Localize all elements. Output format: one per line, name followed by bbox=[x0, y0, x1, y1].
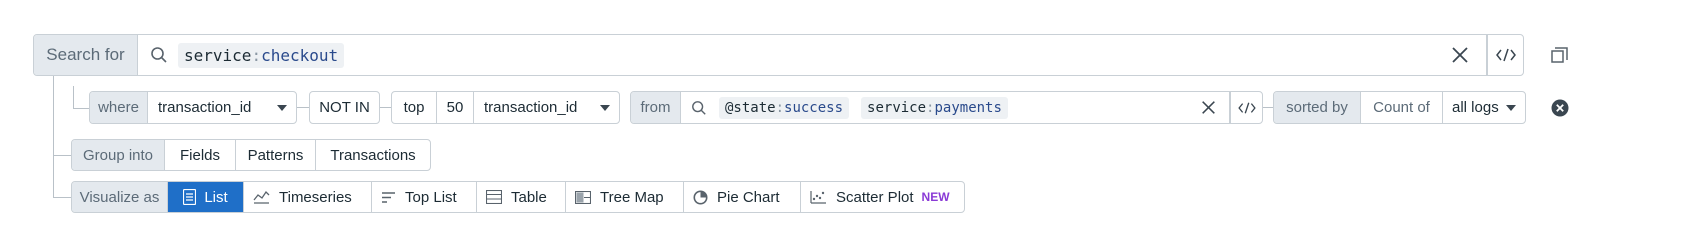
search-input[interactable]: service:checkout bbox=[138, 35, 1487, 75]
top-count-input[interactable]: 50 bbox=[437, 92, 474, 123]
where-label: where bbox=[90, 92, 148, 123]
remove-clause-icon[interactable] bbox=[1551, 99, 1569, 117]
tree-branch-where bbox=[73, 108, 89, 109]
tree-line-where bbox=[73, 86, 74, 108]
search-bar: Search for service:checkout bbox=[33, 34, 1524, 76]
group-option-transactions[interactable]: Transactions bbox=[316, 140, 430, 170]
group-into-bar: Group into Fields Patterns Transactions bbox=[71, 139, 431, 171]
query-token[interactable]: service:payments bbox=[861, 96, 1008, 119]
operator-value: NOT IN bbox=[319, 99, 370, 116]
top-label: top bbox=[392, 92, 437, 123]
clear-search-icon[interactable] bbox=[1451, 46, 1469, 64]
code-icon bbox=[1495, 47, 1516, 63]
group-option-fields[interactable]: Fields bbox=[165, 140, 236, 170]
tree-line-vertical bbox=[53, 76, 54, 198]
chevron-down-icon bbox=[1506, 104, 1516, 111]
top-list-icon bbox=[381, 191, 396, 204]
connector bbox=[1263, 107, 1273, 108]
copy-icon[interactable] bbox=[1551, 47, 1568, 64]
top-group: top 50 transaction_id bbox=[391, 91, 620, 124]
sorted-by-group: sorted by Count of all logs bbox=[1273, 91, 1526, 124]
tree-branch-group bbox=[53, 155, 71, 156]
from-code-view-button[interactable] bbox=[1230, 92, 1262, 123]
count-of-label: Count of bbox=[1361, 92, 1443, 123]
from-query-input[interactable]: @state:success service:payments bbox=[681, 92, 1230, 123]
table-icon bbox=[486, 190, 502, 204]
sorted-by-label: sorted by bbox=[1274, 92, 1361, 123]
tree-map-icon bbox=[575, 190, 591, 204]
pie-chart-icon bbox=[693, 190, 708, 205]
where-field-group: where transaction_id bbox=[89, 91, 297, 124]
search-icon bbox=[150, 46, 168, 64]
visualize-option-tree-map[interactable]: Tree Map bbox=[566, 182, 684, 212]
where-field-select[interactable]: transaction_id bbox=[148, 92, 296, 123]
tree-branch-visualize bbox=[53, 197, 71, 198]
group-into-label: Group into bbox=[72, 140, 165, 170]
chevron-down-icon bbox=[600, 104, 610, 111]
list-icon bbox=[183, 189, 197, 205]
visualize-option-list[interactable]: List bbox=[168, 182, 244, 212]
visualize-option-table[interactable]: Table bbox=[477, 182, 566, 212]
from-label: from bbox=[631, 92, 681, 123]
from-query-bar: from @state:success service:payments bbox=[630, 91, 1263, 124]
query-token[interactable]: service:checkout bbox=[178, 42, 345, 68]
top-field-select[interactable]: transaction_id bbox=[474, 92, 619, 123]
visualize-option-scatter-plot[interactable]: Scatter Plot NEW bbox=[801, 182, 964, 212]
connector bbox=[297, 107, 309, 108]
count-of-select[interactable]: all logs bbox=[1443, 92, 1525, 123]
timeseries-icon bbox=[253, 190, 270, 204]
visualize-option-top-list[interactable]: Top List bbox=[372, 182, 477, 212]
new-badge: NEW bbox=[921, 190, 950, 204]
search-for-label: Search for bbox=[34, 35, 138, 75]
code-view-button[interactable] bbox=[1487, 35, 1523, 75]
scatter-plot-icon bbox=[810, 190, 827, 204]
code-icon bbox=[1237, 101, 1256, 115]
group-option-patterns[interactable]: Patterns bbox=[236, 140, 316, 170]
visualize-as-bar: Visualize as List Timeseries Top List Ta… bbox=[71, 181, 965, 213]
visualize-option-pie-chart[interactable]: Pie Chart bbox=[684, 182, 801, 212]
operator-select[interactable]: NOT IN bbox=[309, 91, 380, 124]
chevron-down-icon bbox=[277, 104, 287, 111]
search-icon bbox=[691, 100, 707, 116]
visualize-as-label: Visualize as bbox=[72, 182, 168, 212]
visualize-option-timeseries[interactable]: Timeseries bbox=[244, 182, 372, 212]
connector bbox=[380, 107, 391, 108]
query-token[interactable]: @state:success bbox=[719, 96, 850, 119]
clear-from-icon[interactable] bbox=[1201, 100, 1216, 115]
